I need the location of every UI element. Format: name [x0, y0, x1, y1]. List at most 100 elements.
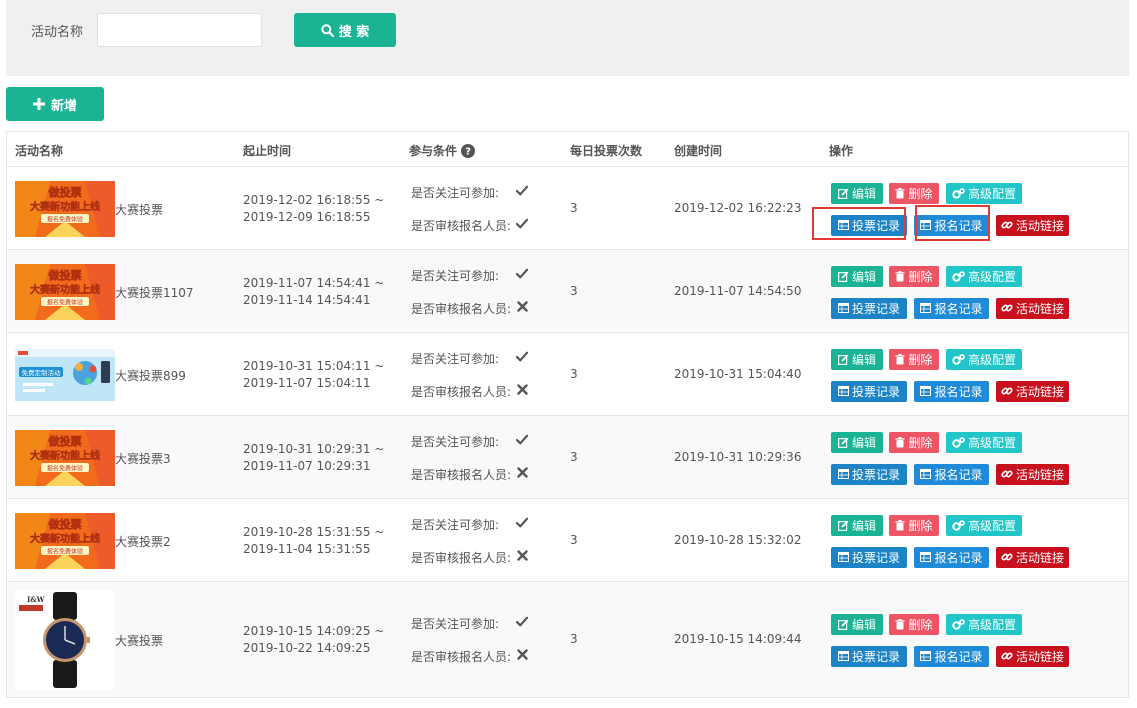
edit-button[interactable]: 编辑 — [831, 431, 883, 453]
table-header: 活动名称 起止时间 参与条件 ? 每日投票次数 创建时间 操作 — [7, 132, 1128, 167]
activity-thumbnail: 做投票 大赛新功能上线 报名免费体验 — [15, 513, 115, 569]
activity-link-label: 活动链接 — [1015, 550, 1064, 565]
vote-records-label: 投票记录 — [851, 550, 900, 565]
edit-button[interactable]: 编辑 — [831, 514, 883, 536]
banner-line-2: 大赛新功能上线 — [30, 200, 100, 213]
condition-review-label: 是否审核报名人员: — [411, 649, 512, 664]
delete-button[interactable]: 删除 — [889, 182, 939, 204]
table-icon — [837, 303, 849, 313]
link-icon — [1001, 551, 1013, 563]
edit-button[interactable]: 编辑 — [831, 348, 883, 370]
activity-link-label: 活动链接 — [1015, 384, 1064, 399]
activity-link-button[interactable]: 活动链接 — [996, 463, 1069, 485]
edit-label: 编辑 — [851, 352, 876, 367]
link-icon — [1001, 219, 1013, 231]
table-row: 做投票 大赛新功能上线 报名免费体验 大赛投票1107 2019-11-07 1… — [7, 250, 1128, 333]
delete-button[interactable]: 删除 — [889, 613, 939, 635]
activity-banner-image: 做投票 大赛新功能上线 报名免费体验 — [15, 430, 115, 486]
activity-period: 2019-11-07 14:54:41 ~ 2019-11-14 14:54:4… — [243, 275, 384, 309]
vote-records-button[interactable]: 投票记录 — [831, 645, 907, 667]
signup-records-button[interactable]: 报名记录 — [914, 463, 989, 485]
delete-button[interactable]: 删除 — [889, 348, 939, 370]
table-icon — [837, 469, 849, 479]
condition-review-label: 是否审核报名人员: — [411, 218, 512, 233]
vote-records-button[interactable]: 投票记录 — [831, 463, 907, 485]
delete-label: 删除 — [908, 435, 933, 450]
activity-end-time: 2019-11-07 10:29:31 — [243, 458, 371, 473]
banner-line-2: 大赛新功能上线 — [30, 532, 100, 545]
activity-banner-image: 做投票 大赛新功能上线 报名免费体验 — [15, 181, 115, 237]
add-activity-button[interactable]: 新增 — [6, 87, 104, 121]
check-icon — [515, 185, 529, 196]
vote-records-button[interactable]: 投票记录 — [831, 380, 907, 402]
search-button-label: 搜 索 — [338, 24, 370, 40]
banner-line-1: 做投票 — [48, 517, 82, 531]
activity-banner-image: 做投票 大赛新功能上线 报名免费体验 — [15, 513, 115, 569]
watch-brand-text: I&W — [27, 595, 45, 604]
activity-link-button[interactable]: 活动链接 — [996, 214, 1069, 236]
advanced-label: 高级配置 — [967, 435, 1016, 450]
signup-records-label: 报名记录 — [934, 649, 983, 664]
header-period: 起止时间 — [243, 144, 292, 158]
delete-label: 删除 — [908, 518, 933, 533]
activity-link-button[interactable]: 活动链接 — [996, 546, 1069, 568]
table-icon — [837, 552, 849, 562]
advanced-label: 高级配置 — [967, 518, 1016, 533]
cross-icon — [515, 466, 529, 478]
question-icon[interactable]: ? — [461, 143, 476, 158]
activity-link-label: 活动链接 — [1015, 218, 1064, 233]
edit-icon — [837, 619, 849, 630]
edit-button[interactable]: 编辑 — [831, 613, 883, 635]
banner-line-3: 报名免费体验 — [47, 465, 83, 473]
activity-name-search-input[interactable] — [97, 13, 262, 47]
activity-link-button[interactable]: 活动链接 — [996, 380, 1069, 402]
check-icon — [515, 517, 529, 528]
edit-icon — [837, 520, 849, 531]
activity-thumbnail: 做投票 大赛新功能上线 报名免费体验 — [15, 430, 115, 486]
activity-start-time: 2019-10-28 15:31:55 ~ — [243, 524, 385, 539]
condition-follow-label: 是否关注可参加: — [411, 517, 500, 532]
delete-button[interactable]: 删除 — [889, 431, 939, 453]
cross-icon — [515, 383, 529, 395]
activity-period: 2019-10-15 14:09:25 ~ 2019-10-22 14:09:2… — [243, 623, 384, 657]
activity-end-time: 2019-11-14 14:54:41 — [243, 292, 371, 307]
daily-vote-count: 3 — [570, 200, 578, 215]
advanced-config-button[interactable]: 高级配置 — [946, 182, 1022, 204]
banner-line-1: 做投票 — [48, 434, 82, 448]
banner-blue-line-1: 免费定制活动 — [22, 368, 62, 377]
signup-records-button[interactable]: 报名记录 — [914, 546, 989, 568]
advanced-label: 高级配置 — [967, 186, 1016, 201]
advanced-config-button[interactable]: 高级配置 — [946, 514, 1022, 536]
advanced-config-button[interactable]: 高级配置 — [946, 348, 1022, 370]
signup-records-button[interactable]: 报名记录 — [914, 214, 989, 236]
check-icon — [515, 268, 529, 279]
daily-vote-count: 3 — [570, 283, 578, 298]
activity-period: 2019-12-02 16:18:55 ~ 2019-12-09 16:18:5… — [243, 192, 384, 226]
signup-records-button[interactable]: 报名记录 — [914, 297, 989, 319]
delete-button[interactable]: 删除 — [889, 514, 939, 536]
activity-link-button[interactable]: 活动链接 — [996, 645, 1069, 667]
plus-icon — [32, 98, 45, 110]
gears-icon — [952, 618, 965, 630]
advanced-config-button[interactable]: 高级配置 — [946, 265, 1022, 287]
search-button[interactable]: 搜 索 — [294, 13, 396, 47]
table-row: 做投票 大赛新功能上线 报名免费体验 大赛投票3 2019-10-31 10:2… — [7, 416, 1128, 499]
activity-end-time: 2019-11-04 15:31:55 — [243, 541, 371, 556]
delete-button[interactable]: 删除 — [889, 265, 939, 287]
advanced-config-button[interactable]: 高级配置 — [946, 431, 1022, 453]
table-icon — [837, 220, 849, 230]
edit-button[interactable]: 编辑 — [831, 182, 883, 204]
edit-button[interactable]: 编辑 — [831, 265, 883, 287]
vote-records-button[interactable]: 投票记录 — [831, 546, 907, 568]
svg-text:?: ? — [465, 146, 471, 157]
delete-label: 删除 — [908, 352, 933, 367]
vote-records-button[interactable]: 投票记录 — [831, 297, 907, 319]
vote-records-button[interactable]: 投票记录 — [831, 214, 907, 236]
activity-link-button[interactable]: 活动链接 — [996, 297, 1069, 319]
signup-records-button[interactable]: 报名记录 — [914, 645, 989, 667]
activity-banner-image: 免费定制活动 — [15, 349, 115, 401]
advanced-config-button[interactable]: 高级配置 — [946, 613, 1022, 635]
banner-line-3: 报名免费体验 — [47, 299, 83, 307]
signup-records-button[interactable]: 报名记录 — [914, 380, 989, 402]
activity-name: 大赛投票899 — [115, 368, 186, 383]
